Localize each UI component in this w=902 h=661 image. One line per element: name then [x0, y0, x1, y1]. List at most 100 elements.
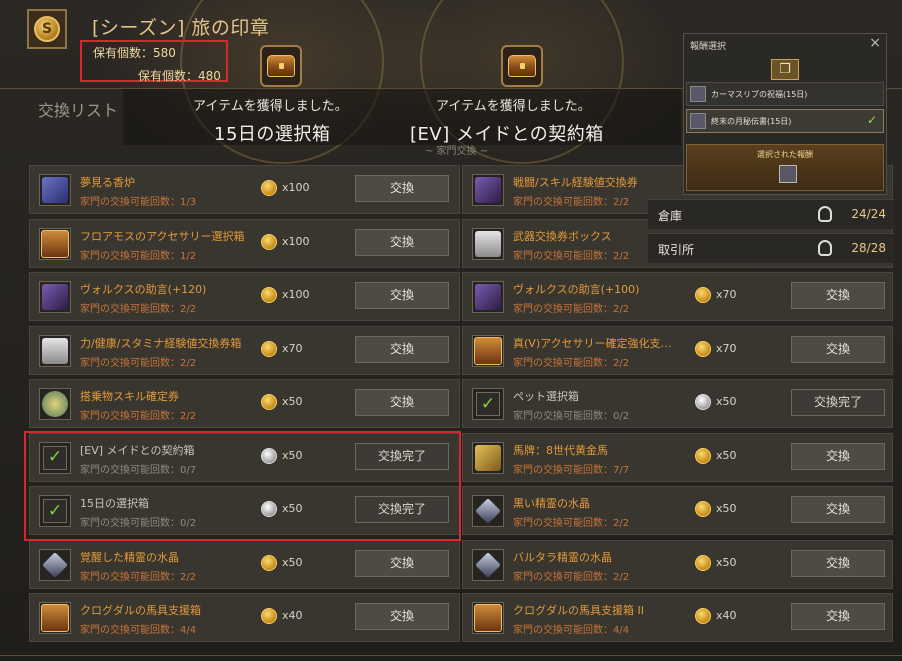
item-name: 力/健康/スタミナ経験値交換券箱 [80, 336, 242, 350]
item-exchange-count: 家門の交換可能回数：1/3 [80, 197, 197, 208]
exchange-item-row: 馬牌：8世代黄金馬 家門の交換可能回数：7/7 x50 交換 [462, 432, 893, 482]
reward-item-icon [690, 113, 706, 129]
item-icon-frame [472, 334, 504, 367]
exchange-item-row: 夢見る香炉家門の交換可能回数：1/3 x100 交換 [29, 165, 460, 214]
travel-seal-icon: S [27, 9, 67, 49]
exchange-item-row: 力/健康/スタミナ経験値交換券箱 家門の交換可能回数：2/2 x70 交換 [29, 325, 460, 375]
item-cost: x50 [282, 395, 303, 408]
silver-seal-coin-icon [695, 394, 711, 410]
exchange-button[interactable]: 交換 [791, 496, 885, 523]
exchange-button[interactable]: 交換 [355, 175, 449, 202]
exchange-button[interactable]: 交換 [355, 603, 449, 630]
item-icon-frame [472, 441, 504, 474]
box-icon [42, 337, 68, 364]
exchange-button[interactable]: 交換 [791, 549, 885, 577]
item-exchange-count: 家門の交換可能回数：2/2 [513, 197, 630, 208]
item-icon-frame [472, 281, 504, 313]
gold-seal-coin-icon [695, 501, 711, 517]
box-icon [475, 230, 501, 257]
item-icon-frame [39, 602, 71, 634]
selected-reward-box: 選択された報酬 [686, 144, 884, 191]
gold-seal-coin-icon [695, 608, 711, 624]
storage-value: 28/28 [851, 241, 886, 255]
reward-option[interactable]: カーマスリブの祝福(15日) [686, 82, 884, 106]
close-icon[interactable]: × [869, 35, 881, 51]
item-exchange-count: 家門の交換可能回数：4/4 [513, 625, 630, 636]
item-name: 武器交換券ボックス [513, 229, 612, 243]
storage-label: 取引所 [658, 243, 695, 257]
storage-market: 取引所 28/28 [648, 233, 894, 263]
item-cost: x50 [716, 555, 737, 569]
item-exchange-count: 家門の交換可能回数：2/2 [80, 304, 197, 315]
item-name: クログダルの馬具支援箱 [80, 604, 201, 617]
storage-label: 倉庫 [658, 209, 683, 223]
chest-icon [41, 229, 69, 258]
item-icon-frame [39, 174, 71, 206]
item-name: 夢見る香炉 [80, 176, 135, 189]
item-exchange-count: 家門の交換可能回数：2/2 [80, 411, 197, 422]
item-name: 黒い精霊の水晶 [513, 497, 590, 510]
owned-count-1: 保有個数：580 [93, 46, 176, 60]
exchange-button[interactable]: 交換 [355, 389, 449, 416]
item-cost: x100 [282, 181, 310, 194]
item-name: 真(V)アクセサリー確定強化支… [513, 336, 672, 350]
highlight-box-completed [24, 431, 461, 541]
exchange-button[interactable]: 交換 [791, 335, 885, 363]
gold-seal-coin-icon [261, 554, 277, 571]
exchange-button[interactable]: 交換 [355, 549, 449, 577]
bag-icon [818, 240, 832, 256]
crystal-icon [475, 498, 501, 524]
exchange-item-row: 黒い精霊の水晶 家門の交換可能回数：2/2 x50 交換 [462, 486, 893, 535]
reward-item-icon [690, 86, 706, 102]
scroll-icon [475, 177, 501, 203]
reward-panel-title: 報酬選択 [690, 42, 727, 52]
exchange-item-row: クログダルの馬具支援箱 家門の交換可能回数：4/4 x40 交換 [29, 593, 460, 642]
item-cost: x50 [282, 555, 303, 569]
exchange-button[interactable]: 交換 [791, 442, 885, 470]
section-header: ~ 家門交換 ~ [425, 146, 489, 157]
reward-option-label: カーマスリブの祝福(15日) [711, 90, 808, 99]
page-title: [シーズン] 旅の印章 [92, 17, 270, 39]
item-icon-frame [472, 495, 504, 527]
footer-divider [0, 655, 902, 656]
gold-seal-coin-icon [261, 287, 277, 303]
item-name: 馬牌：8世代黄金馬 [513, 443, 608, 457]
exchange-button[interactable]: 交換 [791, 282, 885, 309]
chest-icon [474, 604, 502, 632]
item-name: ヴォルクスの助言(+100) [513, 283, 640, 296]
scroll-icon [475, 284, 501, 310]
item-icon-frame [39, 388, 71, 420]
exchange-item-row: バルタラ精霊の水晶 家門の交換可能回数：2/2 x50 交換 [462, 539, 893, 589]
exchange-button[interactable]: 交換 [355, 282, 449, 309]
gift-icon: ❒ [771, 59, 799, 80]
exchange-item-row: 覚醒した精霊の水晶 家門の交換可能回数：2/2 x50 交換 [29, 539, 460, 589]
reward-item-icon [779, 165, 797, 183]
reward-option-selected[interactable]: 終末の月秘伝書(15日) ✓ [686, 109, 884, 133]
storage-value: 24/24 [851, 207, 886, 221]
item-icon-frame [472, 548, 504, 581]
exchange-button[interactable]: 交換 [791, 603, 885, 630]
item-exchange-count: 家門の交換可能回数：2/2 [513, 357, 630, 369]
tab-exchange-list[interactable]: 交換リスト [38, 97, 118, 121]
exchange-item-row: フロアモスのアクセサリー選択箱 家門の交換可能回数：1/2 x100 交換 [29, 218, 460, 268]
notice-subtitle: アイテムを獲得しました。 [193, 99, 348, 114]
chest-icon [267, 55, 295, 77]
chest-icon [41, 604, 69, 632]
item-icon-frame [39, 548, 71, 581]
item-exchange-count: 家門の交換可能回数：2/2 [80, 357, 197, 369]
item-name: ペット選択箱 [513, 390, 579, 403]
owned-count-2: 保有個数：480 [138, 69, 221, 83]
exchange-complete-button[interactable]: 交換完了 [791, 389, 885, 416]
item-exchange-count: 家門の交換可能回数：0/2 [513, 411, 630, 422]
exchange-button[interactable]: 交換 [355, 228, 449, 256]
acquired-chest-slot [260, 45, 302, 87]
item-name: 覚醒した精霊の水晶 [80, 550, 179, 564]
compass-icon [42, 391, 68, 417]
item-name: クログダルの馬具支援箱 II [513, 604, 644, 617]
item-cost: x70 [716, 288, 737, 301]
exchange-button[interactable]: 交換 [355, 335, 449, 363]
item-cost: x40 [282, 609, 303, 622]
storage-warehouse: 倉庫 24/24 [648, 199, 894, 229]
item-exchange-count: 家門の交換可能回数：7/7 [513, 464, 630, 476]
item-cost: x70 [716, 341, 737, 355]
